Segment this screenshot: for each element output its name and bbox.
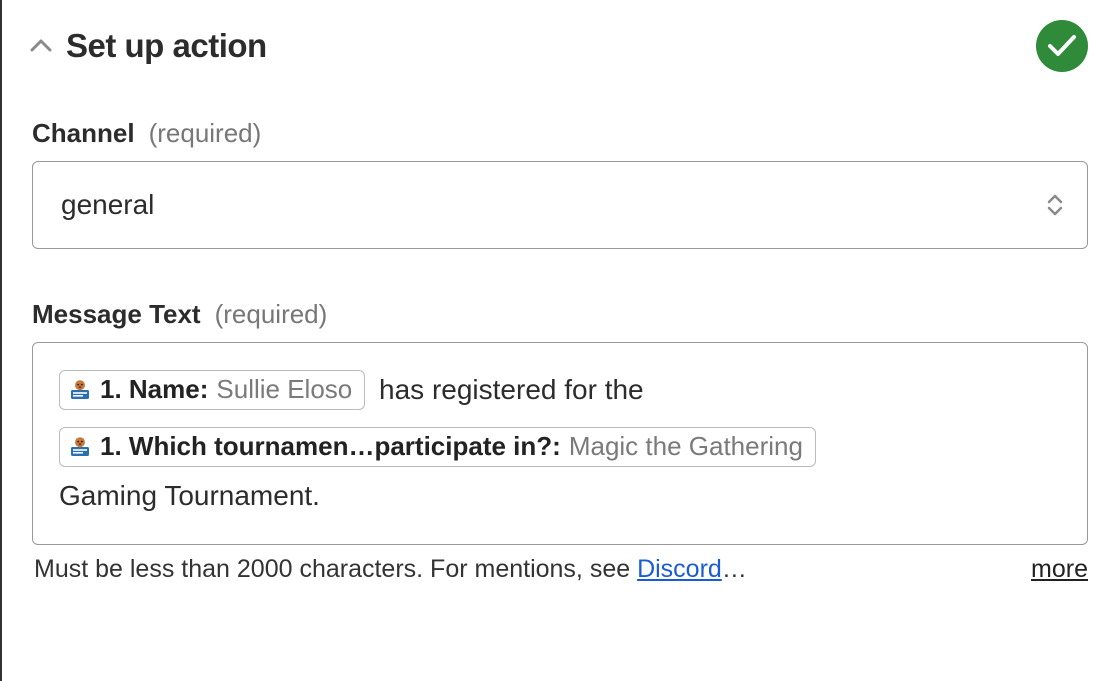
token-tournament-value: Magic the Gathering <box>569 430 803 464</box>
message-line-2: 1. Which tournamen…participate in?: Magi… <box>59 420 1061 469</box>
status-complete-badge <box>1036 20 1088 72</box>
message-line-1: 1. Name: Sullie Eloso has registered for… <box>59 363 1061 414</box>
message-required: (required) <box>215 299 328 330</box>
discord-link[interactable]: Discord <box>637 555 722 583</box>
action-setup-panel: Set up action Channel (required) general <box>0 0 1116 681</box>
token-name[interactable]: 1. Name: Sullie Eloso <box>59 370 365 410</box>
channel-value: general <box>61 189 154 221</box>
wpforms-icon <box>68 378 92 402</box>
token-tournament[interactable]: 1. Which tournamen…participate in?: Magi… <box>59 427 816 467</box>
wpforms-icon <box>68 435 92 459</box>
section-header: Set up action <box>30 20 1088 72</box>
token-tournament-label: 1. Which tournamen…participate in?: <box>100 430 561 464</box>
helper-text: Must be less than 2000 characters. For m… <box>34 555 747 584</box>
message-label-row: Message Text (required) <box>32 299 1088 330</box>
message-text-mid: has registered for the <box>379 374 644 405</box>
channel-field: Channel (required) general <box>30 118 1088 249</box>
select-caret-icon <box>1045 193 1065 217</box>
message-text-end: Gaming Tournament. <box>59 480 320 511</box>
message-input[interactable]: 1. Name: Sullie Eloso has registered for… <box>32 342 1088 545</box>
section-title: Set up action <box>66 27 267 65</box>
message-line-3: Gaming Tournament. <box>59 469 1061 520</box>
channel-select[interactable]: general <box>32 161 1088 249</box>
channel-label: Channel <box>32 118 135 149</box>
message-label: Message Text <box>32 299 201 330</box>
channel-label-row: Channel (required) <box>32 118 1088 149</box>
more-link[interactable]: more <box>1031 555 1088 584</box>
token-name-label: 1. Name: <box>100 373 208 407</box>
message-helper: Must be less than 2000 characters. For m… <box>32 555 1088 584</box>
token-name-value: Sullie Eloso <box>216 373 352 407</box>
message-field: Message Text (required) <box>30 299 1088 584</box>
channel-required: (required) <box>149 118 262 149</box>
chevron-up-icon[interactable] <box>30 35 52 57</box>
